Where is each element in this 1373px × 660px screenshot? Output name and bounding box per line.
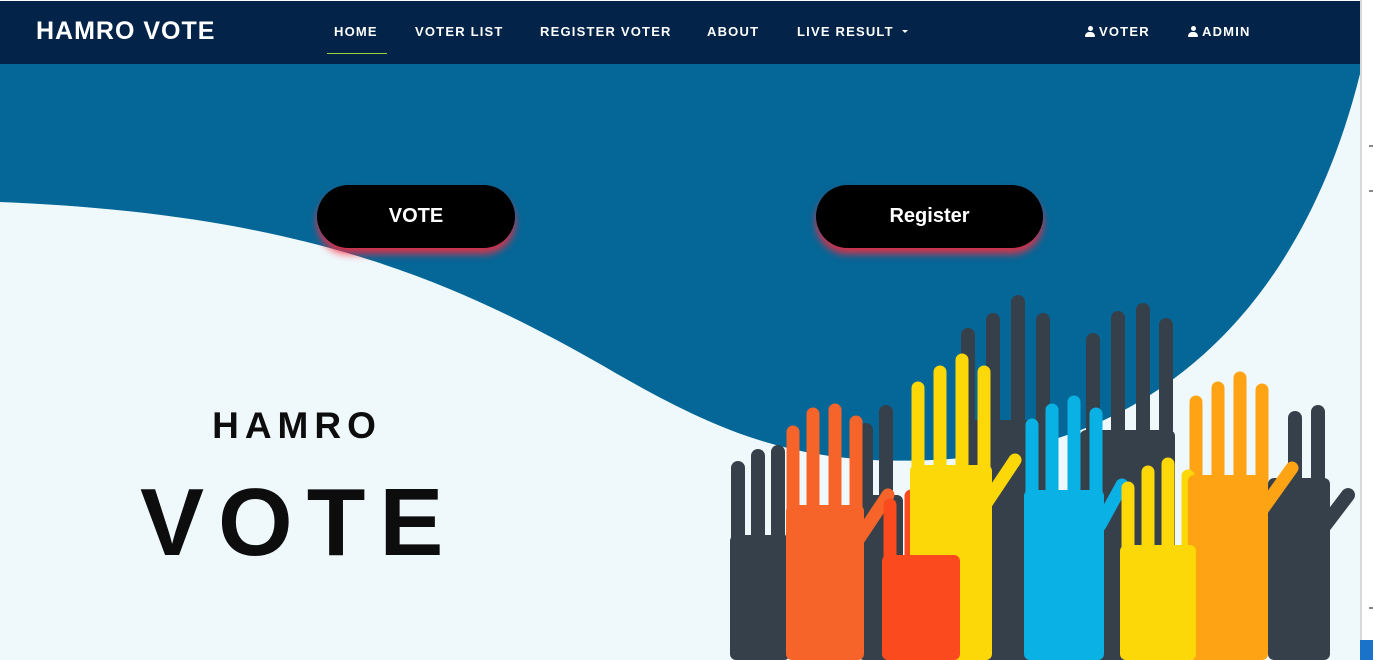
nav-live-result-dropdown[interactable]: LIVE RESULT: [797, 24, 908, 39]
dark-arm-3: [1268, 478, 1330, 660]
browser-scrollbar-gutter[interactable]: [1360, 0, 1373, 660]
user-icon: [1188, 26, 1198, 37]
nav-admin-login[interactable]: ADMIN: [1188, 24, 1251, 39]
nav-register-voter[interactable]: REGISTER VOTER: [540, 24, 672, 39]
caret-down-icon: [901, 30, 908, 33]
gutter-tick: [1369, 607, 1373, 609]
gutter-tick: [1369, 190, 1373, 192]
gutter-tick: [1369, 145, 1373, 147]
nav-voter-login[interactable]: VOTER: [1085, 24, 1150, 39]
nav-voter-label: VOTER: [1099, 24, 1150, 39]
yellow-arm-2: [1120, 545, 1196, 660]
brand-logo[interactable]: HAMRO VOTE: [36, 17, 215, 46]
nav-live-result-label: LIVE RESULT: [797, 24, 894, 39]
dark-hand-2: [1086, 303, 1173, 437]
dark-hand-5: [859, 405, 893, 507]
red-arm-1: [882, 555, 960, 660]
orange-arm-1: [786, 505, 864, 660]
top-navbar: HAMRO VOTE HOME VOTER LIST REGISTER VOTE…: [0, 0, 1360, 64]
gutter-corner: [1360, 640, 1373, 660]
gutter-divider: [1360, 0, 1362, 660]
user-icon: [1085, 26, 1095, 37]
page: HAMRO VOTE HOME VOTER LIST REGISTER VOTE…: [0, 0, 1360, 660]
nav-voter-list[interactable]: VOTER LIST: [415, 24, 504, 39]
nav-home[interactable]: HOME: [327, 24, 387, 54]
amber-arm-1: [1188, 475, 1268, 660]
dark-arm-4: [730, 535, 790, 660]
nav-admin-label: ADMIN: [1202, 24, 1251, 39]
nav-about[interactable]: ABOUT: [707, 24, 759, 39]
dark-hand-4: [731, 445, 785, 547]
register-button[interactable]: Register: [816, 185, 1043, 248]
hero-title-big: VOTE: [140, 469, 458, 576]
vote-button[interactable]: VOTE: [317, 185, 515, 248]
hero-title-small: HAMRO: [212, 405, 382, 446]
cyan-arm-1: [1024, 490, 1104, 660]
